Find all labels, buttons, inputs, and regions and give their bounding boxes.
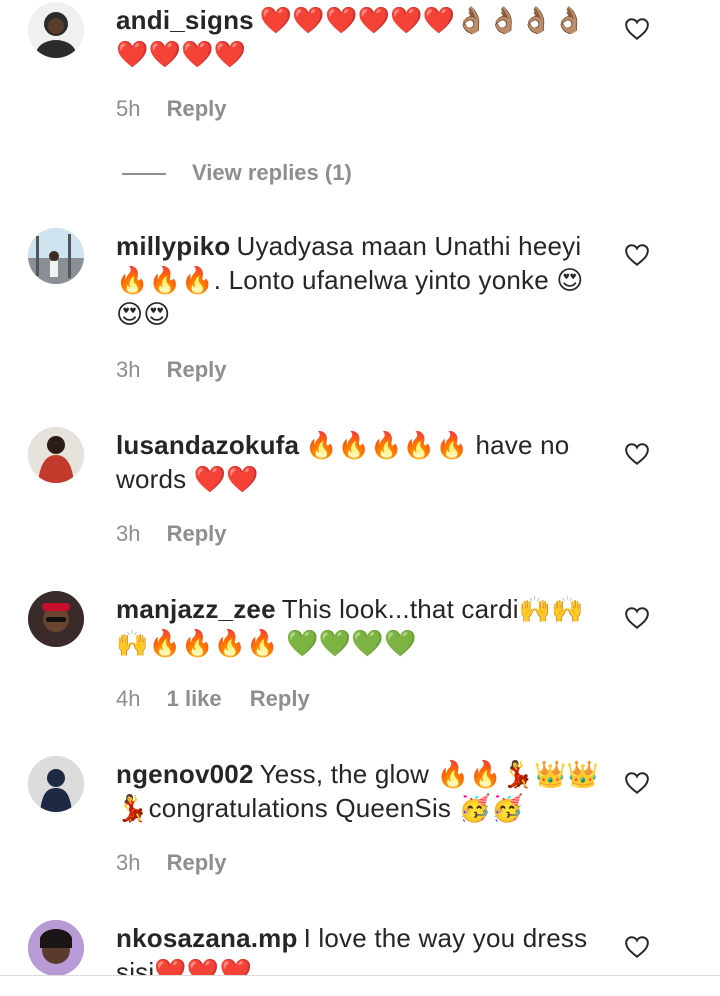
comment-time: 4h [116, 686, 141, 711]
reply-button[interactable]: Reply [167, 521, 227, 546]
avatar[interactable] [28, 920, 84, 976]
likes-count[interactable]: 1 like [167, 686, 222, 711]
comment-body: andi_signs ❤️❤️❤️❤️❤️❤️👌🏽👌🏽👌🏽👌🏽❤️❤️❤️❤️ [116, 3, 606, 71]
reply-button[interactable]: Reply [167, 850, 227, 875]
avatar[interactable] [28, 2, 84, 58]
view-replies-label: View replies (1) [192, 160, 352, 185]
like-heart-icon[interactable] [624, 243, 650, 267]
like-heart-icon[interactable] [624, 771, 650, 795]
comment-meta: 3h Reply [116, 355, 227, 385]
comment-username[interactable]: andi_signs [116, 5, 254, 35]
comment-time: 3h [116, 850, 141, 875]
reply-button[interactable]: Reply [167, 357, 227, 382]
comment-body: millypiko Uyadyasa maan Unathi heeyi 🔥🔥🔥.… [116, 229, 606, 331]
comment-meta: 5h Reply [116, 94, 227, 124]
comment-body: ngenov002 Yess, the glow 🔥🔥💃👑👑💃congratula… [116, 757, 606, 825]
like-heart-icon[interactable] [624, 935, 650, 959]
comment-time: 3h [116, 357, 141, 382]
view-replies-button[interactable]: View replies (1) [122, 158, 352, 188]
comment-username[interactable]: ngenov002 [116, 759, 254, 789]
comment-body: manjazz_zee This look...that cardi🙌🙌🙌🔥🔥🔥🔥… [116, 592, 606, 660]
comment-time: 3h [116, 521, 141, 546]
comment-username[interactable]: nkosazana.mp [116, 923, 298, 953]
avatar[interactable] [28, 228, 84, 284]
comment-username[interactable]: millypiko [116, 231, 231, 261]
comment-body: lusandazokufa 🔥🔥🔥🔥🔥 have no words ❤️❤️ [116, 428, 606, 496]
comment-meta: 3h Reply [116, 848, 227, 878]
like-heart-icon[interactable] [624, 17, 650, 41]
like-heart-icon[interactable] [624, 606, 650, 630]
comment-username[interactable]: lusandazokufa [116, 430, 299, 460]
avatar[interactable] [28, 427, 84, 483]
bottom-divider [0, 975, 720, 996]
comment-time: 5h [116, 96, 141, 121]
comment-meta: 4h 1 like Reply [116, 684, 310, 714]
reply-button[interactable]: Reply [167, 96, 227, 121]
avatar[interactable] [28, 756, 84, 812]
comment-meta: 3h Reply [116, 519, 227, 549]
avatar[interactable] [28, 591, 84, 647]
comment-username[interactable]: manjazz_zee [116, 594, 276, 624]
view-replies-divider [122, 173, 166, 176]
like-heart-icon[interactable] [624, 442, 650, 466]
reply-button[interactable]: Reply [250, 686, 310, 711]
